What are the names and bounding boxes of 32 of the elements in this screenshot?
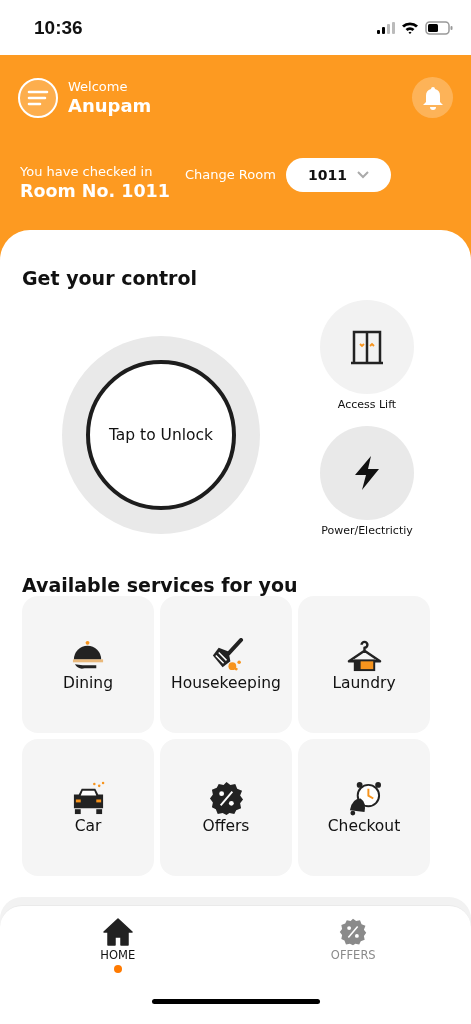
menu-icon [27,89,49,106]
service-card[interactable]: Car [22,739,154,876]
unlock-button[interactable]: Tap to Unlock [86,360,236,510]
service-card[interactable]: Dining [22,596,154,733]
service-card[interactable]: Laundry [298,596,430,733]
status-time: 10:36 [34,16,83,39]
nav-tab[interactable]: OFFERS [235,918,471,976]
greeting-text: Welcome [68,78,129,95]
action-label: Power/Electrictiy [321,524,413,538]
section-title: Available services for you [22,573,299,598]
service-card[interactable]: Offers [160,739,292,876]
hanger-icon [346,638,382,673]
service-card[interactable]: Checkout [298,739,430,876]
percent-badge-icon [208,781,244,816]
wifi-icon [401,21,419,34]
room-number: Room No. 1011 [20,180,170,202]
user-name: Anupam [68,94,153,117]
lift-door-icon [349,329,385,365]
battery-icon [425,20,453,35]
home-icon [102,918,133,946]
percent-badge-icon [339,918,368,946]
active-dot [113,965,122,973]
bell-icon [421,85,444,110]
service-card[interactable]: Housekeeping [160,596,292,733]
section-title: Get your control [22,266,198,291]
change-room-label: Change Room [184,167,276,182]
nav-tab[interactable]: HOME [0,918,236,976]
chevron-down-icon [356,171,369,179]
room-dropdown[interactable]: 1011 [285,158,391,192]
checkin-label: You have checked in [20,164,154,180]
action-label: Access Lift [337,398,397,412]
signal-icon [377,21,395,34]
